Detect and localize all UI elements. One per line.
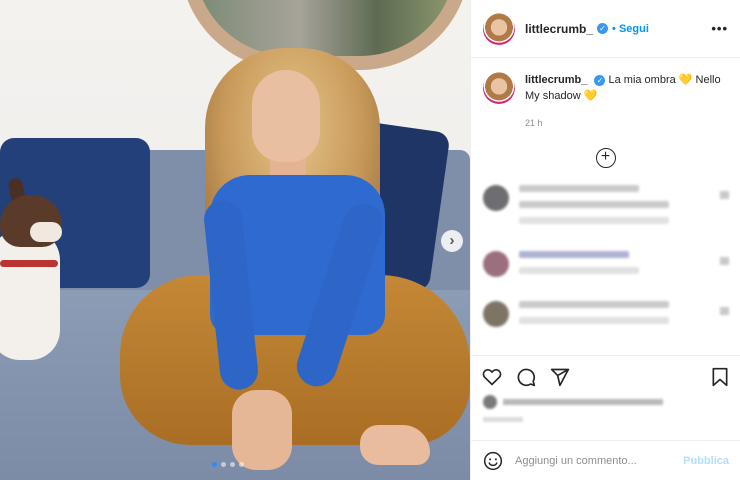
caption-username[interactable]: littlecrumb_ [525,74,587,86]
verified-badge-icon: ✓ [594,74,606,86]
photo-dog-body [0,230,60,360]
comment-text-redacted [519,201,669,208]
publish-button[interactable]: Pubblica [683,455,729,467]
comment-lines [519,251,720,283]
post-caption: littlecrumb_ ✓ La mia ombra 💛 Nello My s… [471,58,740,104]
carousel-dot-active [212,462,217,467]
comments-list [471,185,740,351]
verified-badge-icon: ✓ [597,23,609,34]
avatar[interactable] [483,251,509,277]
post-photo[interactable]: › [0,0,470,480]
likes-text-redacted [503,399,663,405]
post-side-panel: littlecrumb_ ✓ • Segui ••• littlecrumb_ … [470,0,740,480]
photo-woman-face [252,70,320,162]
load-more-comments-button[interactable]: + [595,148,616,168]
avatar[interactable] [483,72,515,104]
list-item [471,301,740,333]
comment-icon[interactable] [515,366,537,388]
comment-text-redacted [519,251,629,258]
likes-meta-redacted [483,417,523,422]
avatar[interactable] [483,301,509,327]
post-timestamp: 21 h [525,118,543,128]
follow-button[interactable]: • Segui [612,23,649,35]
comment-meta-redacted [519,267,639,274]
comment-like-icon[interactable] [720,257,729,265]
likes-summary-redacted [483,395,683,409]
caption-text-block: littlecrumb_ ✓ La mia ombra 💛 Nello My s… [525,72,728,104]
comment-text-redacted [519,185,639,192]
post-actions-bar [471,355,740,397]
share-icon[interactable] [549,366,571,388]
carousel-dot [230,462,235,467]
post-header: littlecrumb_ ✓ • Segui ••• [471,0,740,58]
list-item [471,185,740,233]
avatar[interactable] [483,12,515,45]
photo-dog-snout [30,222,62,242]
comment-like-icon[interactable] [720,191,729,199]
photo-woman-hands [232,390,292,470]
comment-input[interactable] [515,454,684,467]
comment-lines [519,301,720,333]
avatar [483,395,497,409]
next-slide-button[interactable]: › [441,230,463,252]
emoji-icon[interactable] [483,451,503,471]
photo-woman-foot [360,425,430,465]
carousel-dot [239,462,244,467]
avatar[interactable] [483,185,509,211]
add-comment-bar: Pubblica [471,440,740,480]
carousel-indicator [212,462,244,467]
instagram-post-view: › littlecrumb_ ✓ • Segui ••• littlecrumb… [0,0,740,480]
comment-like-icon[interactable] [720,307,729,315]
comment-meta-redacted [519,317,669,324]
comment-text-redacted [519,301,669,308]
comment-meta-redacted [519,217,669,224]
bookmark-icon[interactable] [709,366,731,388]
comment-lines [519,185,720,233]
photo-dog-collar [0,260,58,267]
header-username[interactable]: littlecrumb_ [525,22,593,36]
more-options-icon[interactable]: ••• [711,21,728,36]
carousel-dot [221,462,226,467]
list-item [471,251,740,283]
follow-label: Segui [618,22,649,35]
heart-icon[interactable] [481,366,503,388]
